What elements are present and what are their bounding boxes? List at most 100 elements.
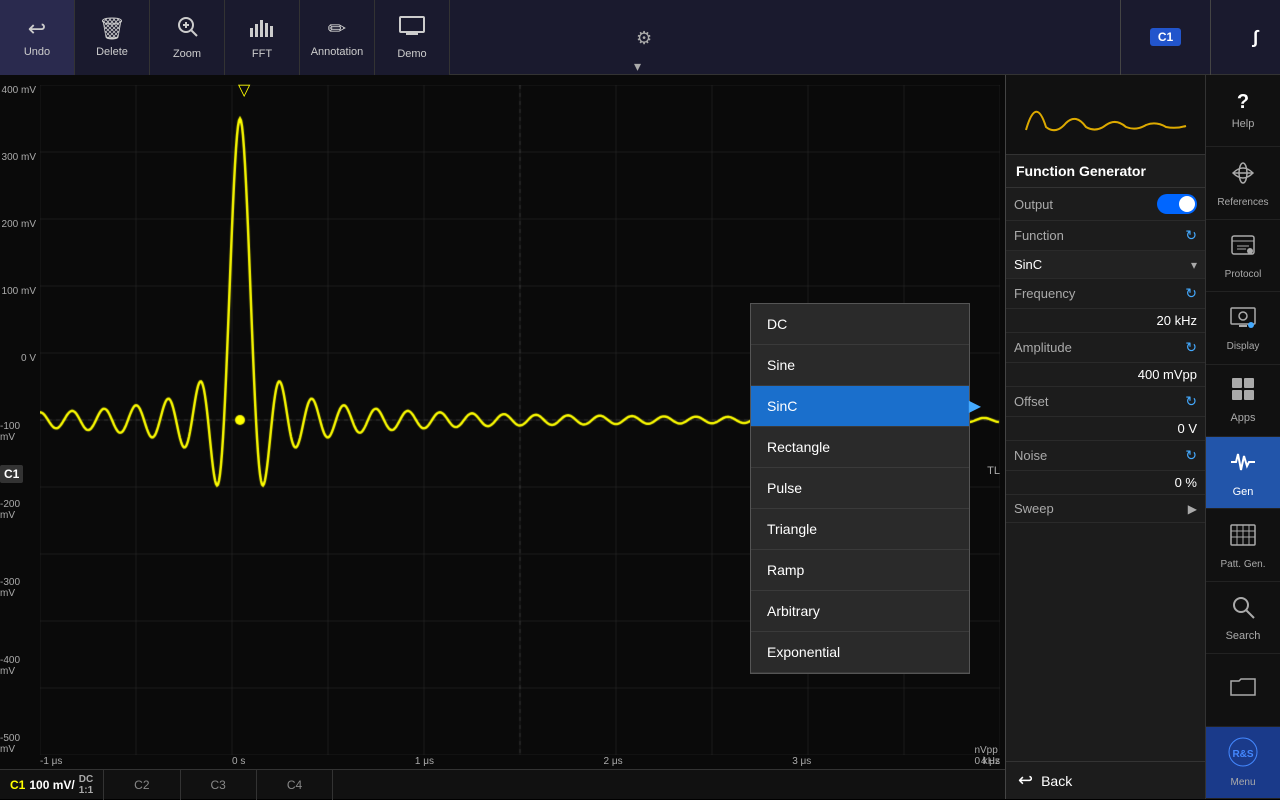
sidebar-item-references[interactable]: References [1206,147,1280,219]
search-icon [1230,594,1256,626]
fft-label: FFT [252,48,272,60]
menu-item-ramp[interactable]: Ramp [751,550,969,591]
sidebar-item-protocol[interactable]: Protocol [1206,220,1280,292]
demo-button[interactable]: Demo [375,0,450,75]
sidebar-references-label: References [1217,197,1268,208]
x-axis-labels: -1 μs 0 s 1 μs 2 μs 3 μs 4 μs [40,756,1000,767]
right-panel: Function Generator Output Function ↻ Sin… [1005,75,1280,799]
sidebar-item-folder[interactable] [1206,654,1280,726]
demo-icon [398,14,426,44]
y-label-0v: 0 V [21,353,36,364]
function-dropdown[interactable]: SinC ▾ [1006,251,1205,279]
offset-value-row[interactable]: 0 V [1006,417,1205,441]
menu-item-rectangle[interactable]: Rectangle [751,427,969,468]
offset-row[interactable]: Offset ↻ [1006,387,1205,417]
sidebar: ? Help References [1205,75,1280,799]
fft-button[interactable]: FFT [225,0,300,75]
ch3-indicator[interactable]: C3 [181,770,257,800]
output-label: Output [1014,197,1053,212]
func-gen-title: Function Generator [1006,155,1205,188]
delete-button[interactable]: 🗑 Delete [75,0,150,75]
mini-waveform-svg [1016,85,1196,145]
noise-refresh-icon[interactable]: ↻ [1185,447,1197,464]
sidebar-item-menu[interactable]: R&S Menu [1206,727,1280,799]
undo-label: Undo [24,46,50,58]
noise-value-row[interactable]: 0 % [1006,471,1205,495]
sidebar-protocol-label: Protocol [1225,269,1262,280]
settings-gear-icon[interactable]: ⚙ [636,28,652,49]
x-label-n1us: -1 μs [40,756,62,767]
y-label-200mv: 200 mV [2,219,36,230]
amplitude-label: Amplitude [1014,340,1072,355]
amplitude-value-row[interactable]: 400 mVpp [1006,363,1205,387]
x-label-3us: 3 μs [792,756,811,767]
function-value: SinC [1014,257,1042,272]
sidebar-item-gen[interactable]: Gen [1206,437,1280,509]
amplitude-refresh-icon[interactable]: ↻ [1185,339,1197,356]
function-refresh-icon[interactable]: ↻ [1185,227,1197,244]
bottom-status-bar: C1 100 mV/ DC1:1 C2 C3 C4 [0,769,1005,799]
main-area: 400 mV 300 mV 200 mV 100 mV 0 V -100 mV … [0,75,1280,799]
sidebar-item-help[interactable]: ? Help [1206,75,1280,147]
function-row[interactable]: Function ↻ [1006,221,1205,251]
y-label-n200mv: -200 mV [0,499,36,521]
ch1-coupling: DC1:1 [79,774,93,796]
offset-refresh-icon[interactable]: ↻ [1185,393,1197,410]
noise-row[interactable]: Noise ↻ [1006,441,1205,471]
sidebar-item-search[interactable]: Search [1206,582,1280,654]
oscilloscope-view: 400 mV 300 mV 200 mV 100 mV 0 V -100 mV … [0,75,1005,799]
back-icon: ↩ [1018,770,1033,791]
frequency-label: Frequency [1014,286,1075,301]
menu-item-exponential[interactable]: Exponential [751,632,969,673]
sidebar-item-apps[interactable]: Apps [1206,365,1280,437]
undo-button[interactable]: ↩ Undo [0,0,75,75]
amplitude-row[interactable]: Amplitude ↻ [1006,333,1205,363]
ch2-name: C2 [134,778,149,792]
display-icon [1229,303,1257,337]
sidebar-item-patt-gen[interactable]: Patt. Gen. [1206,509,1280,581]
output-toggle[interactable] [1157,194,1197,214]
sweep-row[interactable]: Sweep ▶ [1006,495,1205,523]
menu-item-sine[interactable]: Sine [751,345,969,386]
back-label: Back [1041,773,1072,789]
sweep-label: Sweep [1014,501,1054,516]
help-icon: ? [1237,91,1249,114]
function-generator-panel: Function Generator Output Function ↻ Sin… [1005,75,1205,799]
menu-item-sinc[interactable]: SinC ▶ [751,386,969,427]
function-label: Function [1014,228,1064,243]
frequency-value-row[interactable]: 20 kHz [1006,309,1205,333]
zoom-button[interactable]: Zoom [150,0,225,75]
apps-icon [1230,376,1256,408]
ch1-scope-label: C1 [0,465,23,483]
menu-item-arbitrary[interactable]: Arbitrary [751,591,969,632]
delete-icon: 🗑 [98,16,126,42]
ch4-indicator[interactable]: C4 [257,770,333,800]
frequency-refresh-icon[interactable]: ↻ [1185,285,1197,302]
menu-item-dc[interactable]: DC [751,304,969,345]
sidebar-help-label: Help [1232,118,1255,130]
y-axis-labels: 400 mV 300 mV 200 mV 100 mV 0 V -100 mV … [0,85,40,755]
offset-label: Offset [1014,394,1048,409]
mini-waveform-preview [1006,75,1205,155]
undo-icon: ↩ [28,16,46,42]
output-row[interactable]: Output [1006,188,1205,221]
noise-value: 0 % [1175,475,1197,490]
ch1-indicator[interactable]: C1 100 mV/ DC1:1 [0,770,104,800]
ch3-name: C3 [211,778,226,792]
channel-selector[interactable]: C1 [1121,0,1211,75]
frequency-row[interactable]: Frequency ↻ [1006,279,1205,309]
annotation-button[interactable]: ✏ Annotation [300,0,375,75]
sidebar-item-display[interactable]: Display [1206,292,1280,364]
trigger-type-cell[interactable]: ∫ [1211,0,1280,75]
demo-label: Demo [397,48,426,60]
menu-item-pulse[interactable]: Pulse [751,468,969,509]
toolbar-left: ↩ Undo 🗑 Delete Zoom [0,0,450,74]
back-button[interactable]: ↩ Back [1006,761,1205,799]
function-dropdown-menu: DC Sine SinC ▶ Rectangle Pulse Triangle … [750,303,970,674]
nmvpp-label: nVpp 0 kHz [974,745,1000,767]
menu-item-triangle[interactable]: Triangle [751,509,969,550]
ch2-indicator[interactable]: C2 [104,770,180,800]
x-label-1us: 1 μs [415,756,434,767]
sidebar-apps-label: Apps [1230,412,1255,424]
sweep-arrow-icon: ▶ [1188,502,1197,516]
